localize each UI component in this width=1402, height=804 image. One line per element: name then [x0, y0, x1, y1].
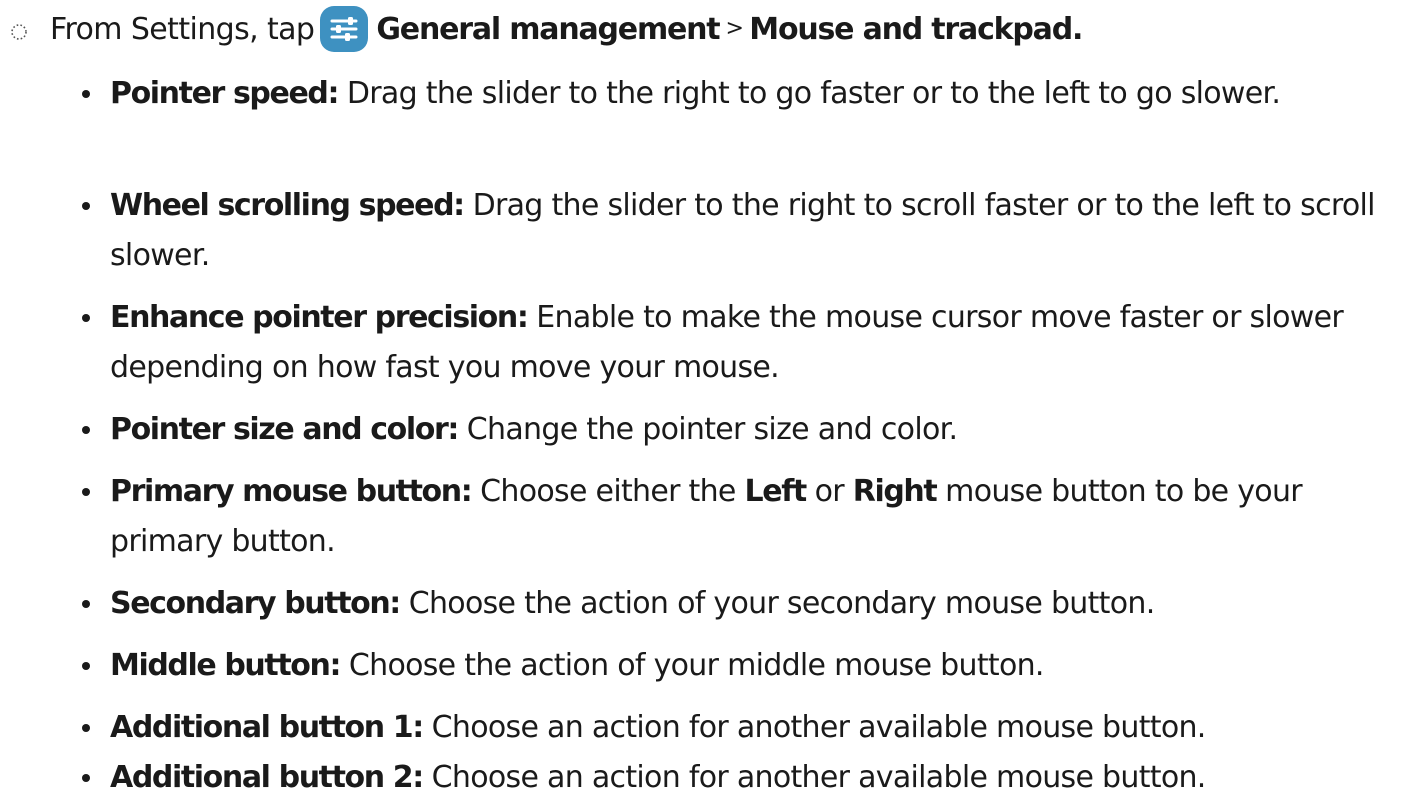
- item-term: Wheel scrolling speed:: [110, 188, 465, 223]
- item-term: Enhance pointer precision:: [110, 300, 529, 335]
- bullet: [82, 202, 90, 210]
- bullet: [82, 724, 90, 732]
- bullet: [82, 426, 90, 434]
- bullet: [82, 774, 90, 782]
- item-description: Drag the slider to the right to go faste…: [338, 76, 1281, 111]
- item-description: Choose the action of your middle mouse b…: [340, 648, 1045, 683]
- bullet: [82, 488, 90, 496]
- item-description: Choose an action for another available m…: [422, 710, 1207, 745]
- item-term: Additional button 1:: [110, 710, 424, 745]
- item-description: Change the pointer size and color.: [457, 412, 958, 447]
- bullet: [82, 662, 90, 670]
- item-term: Primary mouse button:: [110, 474, 473, 509]
- item-term: Pointer size and color:: [110, 412, 459, 447]
- item-description: or: [805, 474, 853, 509]
- item-term: Additional button 2:: [110, 760, 424, 795]
- bullet: [82, 90, 90, 98]
- item-description: Choose the action of your secondary mous…: [399, 586, 1155, 621]
- item-description: Choose either the: [471, 474, 745, 509]
- settings-options-list: Pointer speed: Drag the slider to the ri…: [0, 0, 1402, 804]
- item-term: Pointer speed:: [110, 76, 339, 111]
- item-term: Middle button:: [110, 648, 341, 683]
- bullet: [82, 314, 90, 322]
- option-left: Left: [744, 474, 808, 509]
- item-description: Choose an action for another available m…: [422, 760, 1207, 795]
- option-right: Right: [852, 474, 938, 509]
- bullet: [82, 600, 90, 608]
- item-term: Secondary button:: [110, 586, 401, 621]
